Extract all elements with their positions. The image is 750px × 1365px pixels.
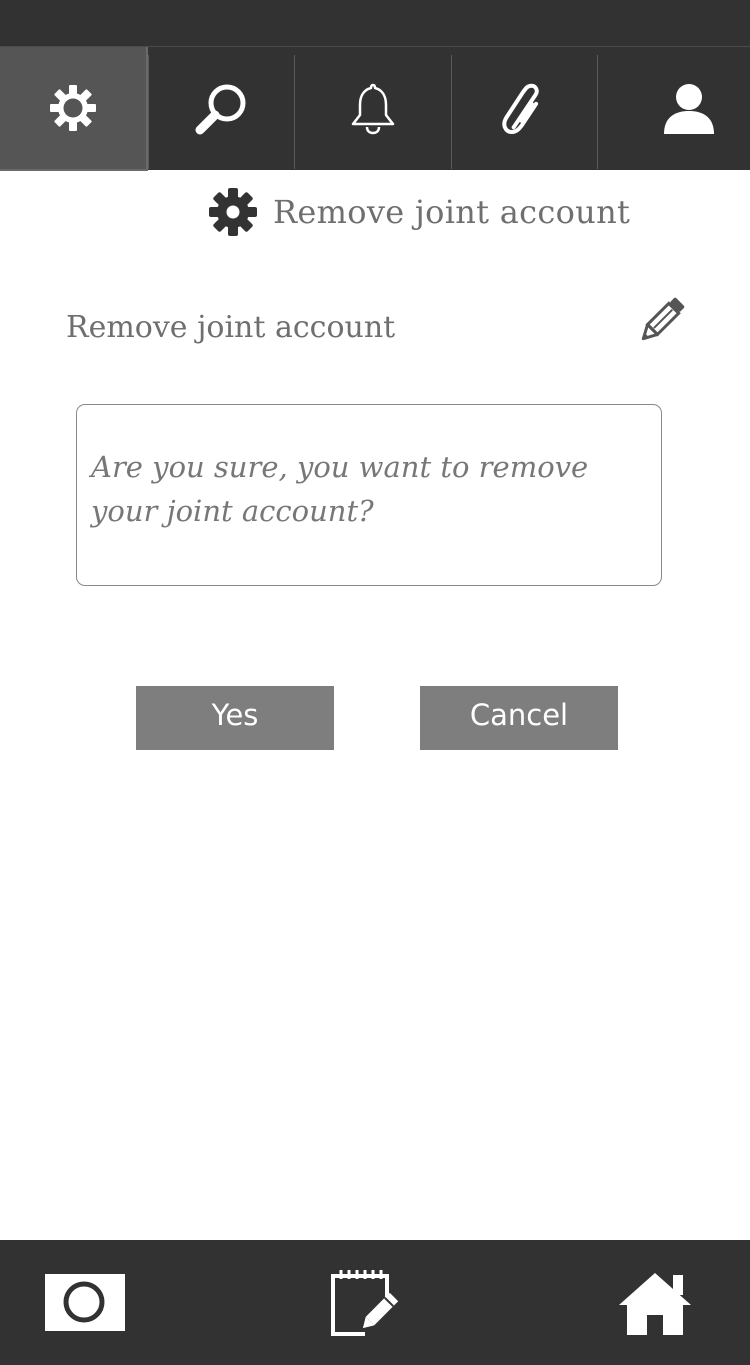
page-title: Remove joint account bbox=[273, 193, 631, 231]
confirmation-message-box: Are you sure, you want to remove your jo… bbox=[76, 404, 662, 586]
notes-button[interactable] bbox=[310, 1240, 420, 1365]
section-label: Remove joint account bbox=[66, 310, 396, 345]
gear-icon bbox=[50, 85, 96, 131]
search-icon bbox=[195, 84, 245, 135]
notepad-edit-icon bbox=[331, 1269, 399, 1336]
tab-profile[interactable] bbox=[598, 47, 750, 171]
bell-icon bbox=[351, 83, 395, 135]
tab-notifications[interactable] bbox=[295, 47, 451, 171]
confirmation-message: Are you sure, you want to remove your jo… bbox=[91, 450, 589, 528]
page-heading: Remove joint account bbox=[208, 186, 630, 238]
user-icon bbox=[664, 84, 714, 134]
camera-icon bbox=[45, 1273, 125, 1331]
bottom-toolbar bbox=[0, 1240, 750, 1365]
tab-search[interactable] bbox=[149, 47, 294, 171]
home-button[interactable] bbox=[600, 1240, 710, 1365]
camera-button[interactable] bbox=[30, 1240, 140, 1365]
cancel-button[interactable]: Cancel bbox=[420, 686, 618, 750]
tab-attachments[interactable] bbox=[452, 47, 597, 171]
status-bar bbox=[0, 0, 750, 46]
yes-button[interactable]: Yes bbox=[136, 686, 334, 750]
gear-icon bbox=[209, 188, 257, 236]
pencil-icon bbox=[641, 297, 685, 341]
tab-settings[interactable] bbox=[0, 47, 148, 171]
paperclip-icon bbox=[501, 83, 539, 135]
top-navigation bbox=[0, 46, 750, 171]
home-icon bbox=[619, 1272, 691, 1335]
edit-button[interactable] bbox=[636, 296, 686, 346]
